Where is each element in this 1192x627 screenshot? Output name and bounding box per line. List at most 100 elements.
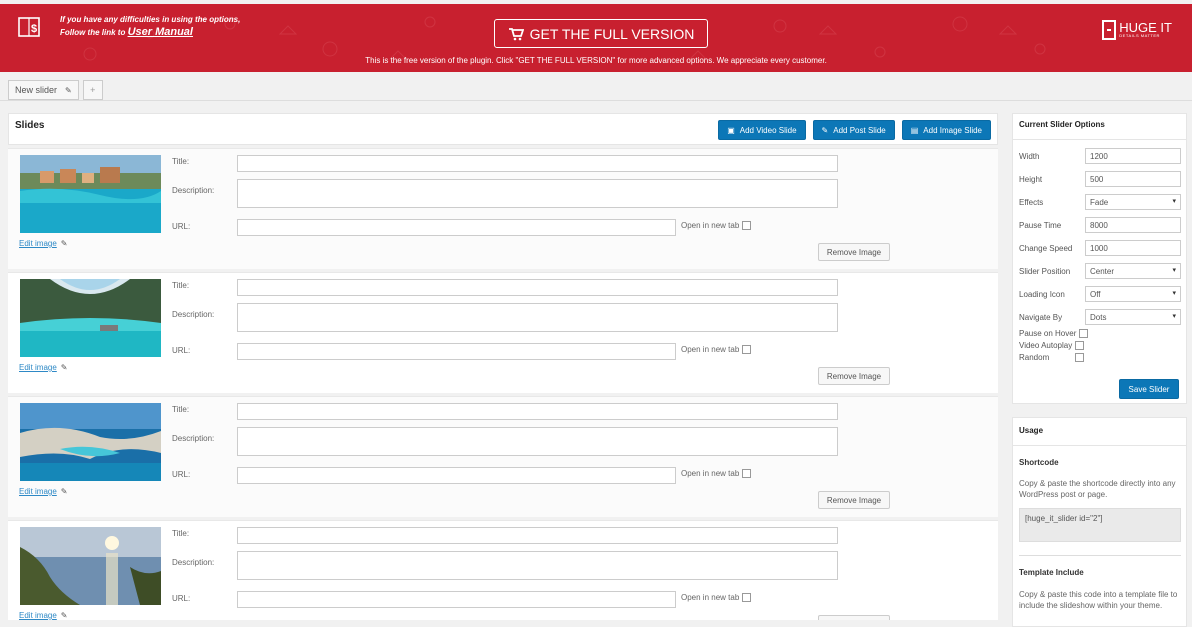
remove-image-button[interactable]: Remove Image <box>818 615 890 620</box>
template-include-text: Copy & paste this code into a template f… <box>1019 590 1178 610</box>
add-image-slide-button[interactable]: ▤ Add Image Slide <box>901 120 991 140</box>
slide-thumbnail <box>20 403 161 481</box>
pencil-icon: ✎ <box>60 239 68 248</box>
navigate-by-label: Navigate By <box>1019 313 1063 322</box>
slide-title-input[interactable] <box>237 155 838 172</box>
pencil-icon: ✎ <box>60 487 68 496</box>
save-slider-button[interactable]: Save Slider <box>1119 379 1179 399</box>
slide-title-input[interactable] <box>237 403 838 420</box>
remove-image-button[interactable]: Remove Image <box>818 491 890 509</box>
open-new-tab-checkbox[interactable] <box>742 593 752 602</box>
edit-image-link[interactable]: Edit image ✎ <box>19 363 68 372</box>
slide-description-input[interactable] <box>237 551 838 580</box>
slide-row: Edit image ✎ Title: Description: URL: Ope… <box>8 396 998 517</box>
help-text: If you have any difficulties in using th… <box>60 14 240 39</box>
slider-position-select[interactable]: Center <box>1085 263 1181 279</box>
navigate-by-select[interactable]: Dots <box>1085 309 1181 325</box>
description-label: Description: <box>172 434 215 443</box>
get-full-version-button[interactable]: GET THE FULL VERSION <box>494 19 708 48</box>
remove-image-button[interactable]: Remove Image <box>818 367 890 385</box>
open-new-tab-checkbox[interactable] <box>742 469 752 478</box>
effects-label: Effects <box>1019 198 1044 207</box>
random-checkbox[interactable] <box>1075 353 1085 362</box>
slide-description-input[interactable] <box>237 303 838 332</box>
slide-title-input[interactable] <box>237 527 838 544</box>
edit-pencil-icon[interactable]: ✎ <box>65 86 72 95</box>
slides-header: Slides ▣ Add Video Slide ✎ Add Post Slid… <box>8 113 998 145</box>
title-label: Title: <box>172 405 190 414</box>
description-label: Description: <box>172 310 215 319</box>
slide-thumbnail <box>20 527 161 605</box>
video-icon: ▣ <box>727 125 735 135</box>
video-autoplay-checkbox[interactable] <box>1075 341 1085 350</box>
edit-image-link[interactable]: Edit image ✎ <box>19 611 68 620</box>
add-slider-tab[interactable]: + <box>82 80 103 100</box>
edit-image-label: Edit image <box>19 487 57 496</box>
loading-icon-label: Loading Icon <box>1019 290 1065 299</box>
slide-title-input[interactable] <box>237 279 838 296</box>
title-label: Title: <box>172 157 190 166</box>
pencil-icon: ✎ <box>60 363 68 372</box>
open-new-tab-option: Open in new tab <box>681 345 752 354</box>
description-label: Description: <box>172 558 215 567</box>
add-video-label: Add Video Slide <box>739 125 797 135</box>
help-prefix: Follow the link to <box>60 28 128 37</box>
slide-url-input[interactable] <box>237 591 676 608</box>
image-icon: ▤ <box>910 125 919 135</box>
url-label: URL: <box>172 222 191 231</box>
edit-image-label: Edit image <box>19 239 57 248</box>
usage-panel: Usage Shortcode Copy & paste the shortco… <box>1012 417 1187 627</box>
slide-description-input[interactable] <box>237 427 838 456</box>
slide-url-input[interactable] <box>237 467 676 484</box>
open-new-tab-checkbox[interactable] <box>742 345 752 354</box>
remove-image-button[interactable]: Remove Image <box>818 243 890 261</box>
open-new-tab-label: Open in new tab <box>681 345 740 354</box>
manual-book-icon: $ <box>18 17 40 37</box>
shortcode-box[interactable]: [huge_it_slider id="2"] <box>1019 508 1181 542</box>
edit-image-link[interactable]: Edit image ✎ <box>19 239 68 248</box>
brand-name: HUGE IT <box>1119 19 1172 35</box>
open-new-tab-checkbox[interactable] <box>742 221 752 230</box>
pause-on-hover-checkbox[interactable] <box>1079 329 1089 338</box>
video-autoplay-option: Video Autoplay <box>1019 341 1085 350</box>
pause-on-hover-label: Pause on Hover <box>1019 329 1077 338</box>
loading-icon-select[interactable]: Off <box>1085 286 1181 302</box>
promo-banner: $ If you have any difficulties in using … <box>0 4 1192 72</box>
pin-icon: ✎ <box>821 125 829 135</box>
edit-image-link[interactable]: Edit image ✎ <box>19 487 68 496</box>
slide-row: Edit image ✎ Title: Description: URL: Ope… <box>8 148 998 269</box>
user-manual-link[interactable]: User Manual <box>128 26 193 38</box>
pause-time-input[interactable]: 8000 <box>1085 217 1181 233</box>
tabs-divider <box>0 100 1192 101</box>
slide-url-input[interactable] <box>237 343 676 360</box>
add-post-slide-button[interactable]: ✎ Add Post Slide <box>812 120 895 140</box>
open-new-tab-option: Open in new tab <box>681 469 752 478</box>
svg-text:$: $ <box>31 23 37 35</box>
template-include-title: Template Include <box>1019 568 1084 577</box>
slider-tabs: New slider ✎ + <box>8 80 107 100</box>
change-speed-label: Change Speed <box>1019 244 1073 253</box>
effects-select[interactable]: Fade <box>1085 194 1181 210</box>
open-new-tab-label: Open in new tab <box>681 593 740 602</box>
slider-position-label: Slider Position <box>1019 267 1071 276</box>
description-label: Description: <box>172 186 215 195</box>
pencil-icon: ✎ <box>60 611 68 620</box>
open-new-tab-option: Open in new tab <box>681 221 752 230</box>
slides-title: Slides <box>15 120 45 131</box>
url-label: URL: <box>172 346 191 355</box>
height-label: Height <box>1019 175 1043 184</box>
slider-options-panel: Current Slider Options Width 1200 Height… <box>1012 113 1187 404</box>
width-input[interactable]: 1200 <box>1085 148 1181 164</box>
add-video-slide-button[interactable]: ▣ Add Video Slide <box>718 120 806 140</box>
title-label: Title: <box>172 281 190 290</box>
help-line: If you have any difficulties in using th… <box>60 15 241 24</box>
video-autoplay-label: Video Autoplay <box>1019 341 1073 350</box>
slide-thumbnail <box>20 155 161 233</box>
options-title: Current Slider Options <box>1013 114 1186 140</box>
tab-new-slider[interactable]: New slider ✎ <box>8 80 79 100</box>
height-input[interactable]: 500 <box>1085 171 1181 187</box>
slide-url-input[interactable] <box>237 219 676 236</box>
change-speed-input[interactable]: 1000 <box>1085 240 1181 256</box>
add-post-label: Add Post Slide <box>833 125 886 135</box>
slide-description-input[interactable] <box>237 179 838 208</box>
